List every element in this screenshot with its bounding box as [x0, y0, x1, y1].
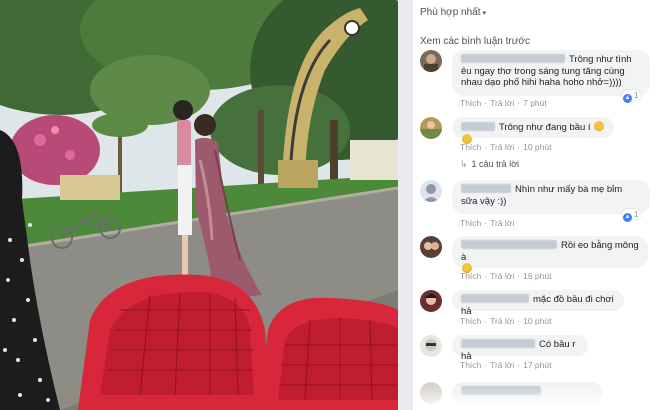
replies-count: 1 câu trả lời — [471, 159, 519, 169]
comment-actions: Thích · Trả lời · 10 phút — [460, 142, 552, 152]
comment-time[interactable]: 10 phút — [523, 316, 551, 326]
commenter-name-blurred[interactable] — [461, 339, 535, 348]
reply-action[interactable]: Trả lời — [490, 316, 514, 326]
reply-action[interactable]: Trả lời — [490, 142, 514, 152]
like-action[interactable]: Thích — [460, 218, 481, 228]
comment-actions: Thích · Trả lời · 17 phút — [460, 360, 552, 370]
reply-arrow-icon: ↳ — [460, 159, 468, 169]
avatar[interactable] — [420, 236, 442, 258]
reply-action[interactable]: Trả lời — [490, 98, 514, 108]
comment-bubble: Trông như đang bầu í — [452, 117, 614, 144]
like-action[interactable]: Thích — [460, 142, 481, 152]
comment-bubble: mặc đồ bầu đi chơi hả — [452, 290, 624, 317]
commenter-name-blurred[interactable] — [461, 122, 495, 131]
comment-bubble: Rồi eo bằng mông à — [452, 236, 648, 273]
comment-time[interactable]: 16 phút — [523, 271, 551, 281]
comment-actions: Thích · Trả lời · 16 phút — [460, 271, 552, 281]
avatar[interactable] — [420, 117, 442, 139]
comment-actions: Thích · Trả lời · 7 phút — [460, 98, 547, 108]
like-action[interactable]: Thích — [460, 271, 481, 281]
comment-time[interactable]: 7 phút — [523, 98, 547, 108]
comment-time[interactable]: 17 phút — [523, 360, 551, 370]
like-count-badge[interactable]: ▲ 1 — [622, 209, 642, 222]
comment-actions: Thích · Trả lời · 10 phút — [460, 316, 552, 326]
view-replies-link[interactable]: ↳ 1 câu trả lời — [460, 159, 519, 170]
view-previous-comments-link[interactable]: Xem các bình luận trước — [420, 36, 530, 47]
like-action[interactable]: Thích — [460, 98, 481, 108]
avatar[interactable] — [420, 290, 442, 312]
like-action[interactable]: Thích — [460, 360, 481, 370]
laughing-emoji-icon — [594, 121, 605, 131]
chevron-down-icon: ▾ — [482, 10, 487, 17]
post-photo[interactable] — [0, 0, 398, 410]
avatar[interactable] — [420, 335, 442, 357]
like-count-badge[interactable]: ▲ 1 — [622, 90, 642, 103]
commenter-name-blurred[interactable] — [461, 294, 529, 303]
comment-bubble: Có bầu r hả — [452, 335, 588, 362]
reply-action[interactable]: Trả lời — [490, 218, 514, 228]
sort-label: Phù hợp nhất — [420, 7, 481, 18]
scroll-fade — [413, 386, 660, 410]
reply-action[interactable]: Trả lời — [490, 360, 514, 370]
avatar[interactable] — [420, 50, 442, 72]
comment-time[interactable]: 10 phút — [523, 142, 551, 152]
sort-dropdown[interactable]: Phù hợp nhất ▾ — [420, 7, 486, 18]
comment-bubble: Trông như tình êu ngay thơ trong sáng tu… — [452, 50, 650, 96]
commenter-name-blurred[interactable] — [461, 54, 565, 63]
like-action[interactable]: Thích — [460, 316, 481, 326]
reply-action[interactable]: Trả lời — [490, 271, 514, 281]
comment-bubble: Nhìn như mấy bà mẹ bỉm sữa vậy :)) — [452, 180, 650, 214]
comments-panel: Phù hợp nhất ▾ Xem các bình luận trước Tr… — [413, 0, 660, 410]
commenter-name-blurred[interactable] — [461, 184, 511, 193]
comment-text: Trông như đang bầu í — [499, 122, 591, 133]
thumbs-up-icon: ▲ — [623, 94, 632, 103]
street-scene-image — [0, 0, 398, 410]
avatar[interactable] — [420, 180, 442, 202]
thumbs-up-icon: ▲ — [623, 213, 632, 222]
commenter-name-blurred[interactable] — [461, 240, 557, 249]
comment-actions: Thích · Trả lời — [460, 218, 515, 228]
